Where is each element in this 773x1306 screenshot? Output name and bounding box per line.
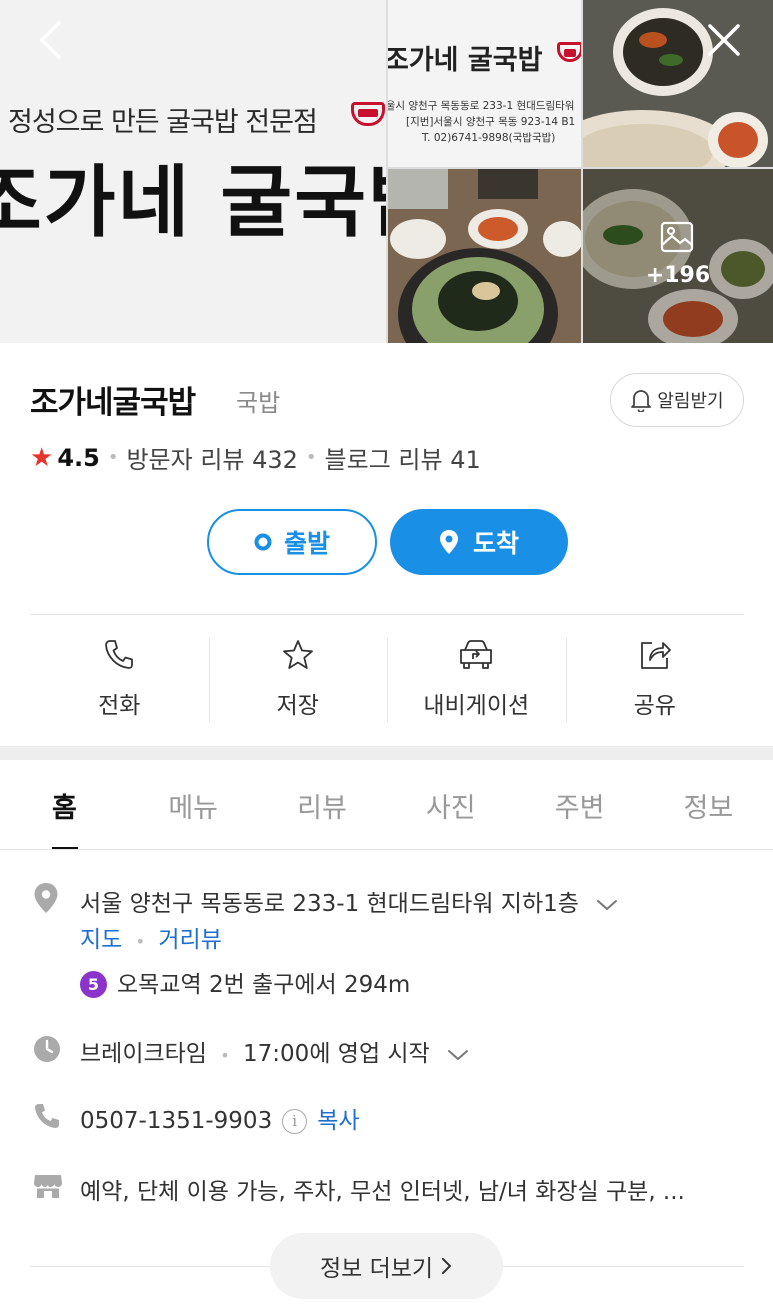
navigation-action[interactable]: 내비게이션 bbox=[387, 636, 566, 724]
alert-subscribe-button[interactable]: 알림받기 bbox=[610, 373, 744, 427]
divider bbox=[30, 1266, 270, 1267]
photo-hotpot[interactable] bbox=[388, 169, 581, 343]
address-row[interactable]: 서울 양천구 목동동로 233-1 현대드림타워 지하1층 bbox=[80, 884, 618, 918]
tab-nearby[interactable]: 주변 bbox=[515, 760, 644, 850]
amenities-text: 예약, 단체 이용 가능, 주차, 무선 인터넷, 남/녀 화장실 구분, ..… bbox=[80, 1179, 685, 1205]
tab-bar: 홈 메뉴 리뷰 사진 주변 정보 bbox=[0, 760, 773, 850]
tab-photos[interactable]: 사진 bbox=[386, 760, 515, 850]
chevron-down-icon bbox=[596, 892, 618, 918]
separator-dot: • bbox=[220, 1046, 230, 1065]
separator-dot: • bbox=[107, 447, 119, 468]
photo-gallery[interactable]: 정성으로 만든 굴국밥 전문점 조가네 굴국밥 조가네 굴국밥 서울시 양천구 … bbox=[0, 0, 773, 343]
back-button[interactable] bbox=[26, 16, 74, 64]
alert-label: 알림받기 bbox=[657, 391, 724, 412]
sign-tagline: 정성으로 만든 굴국밥 전문점 bbox=[8, 107, 318, 138]
image-gallery-icon bbox=[660, 221, 694, 257]
chevron-down-icon bbox=[447, 1042, 469, 1068]
sign-detail-address: 서울시 양천구 목동동로 233-1 현대드림타워 bbox=[388, 100, 575, 112]
divider bbox=[503, 1266, 744, 1267]
sign-detail-address-lot: [지번]서울시 양천구 목동 923-14 B1 bbox=[406, 116, 576, 128]
info-icon[interactable]: i bbox=[282, 1109, 308, 1134]
sign-detail-phone: T. 02)6741-9898(국밥국밥) bbox=[422, 132, 556, 144]
tab-info[interactable]: 정보 bbox=[644, 760, 773, 850]
section-divider bbox=[0, 746, 773, 760]
depart-button[interactable]: 출발 bbox=[207, 509, 377, 575]
call-action[interactable]: 전화 bbox=[30, 636, 209, 724]
subway-row: 5 오목교역 2번 출구에서 294m bbox=[80, 965, 410, 999]
copy-phone-button[interactable]: 복사 bbox=[317, 1108, 359, 1134]
tab-home[interactable]: 홈 bbox=[0, 760, 129, 850]
location-pin-icon bbox=[33, 882, 59, 918]
more-info-label: 정보 더보기 bbox=[319, 1256, 434, 1282]
close-icon bbox=[708, 24, 740, 56]
visitor-reviews-link[interactable]: 방문자 리뷰 432 bbox=[126, 440, 297, 475]
tab-menu[interactable]: 메뉴 bbox=[129, 760, 258, 850]
divider bbox=[30, 614, 744, 615]
depart-label: 출발 bbox=[283, 529, 330, 558]
divider bbox=[0, 849, 773, 850]
star-icon bbox=[282, 640, 313, 669]
phone-number[interactable]: 0507-1351-9903 bbox=[80, 1108, 272, 1134]
sign-name: 조가네 굴국밥 bbox=[0, 157, 386, 248]
hours-row[interactable]: 브레이크타임 • 17:00에 영업 시작 bbox=[80, 1034, 469, 1068]
share-icon bbox=[640, 642, 671, 669]
more-info-button[interactable]: 정보 더보기 bbox=[270, 1233, 503, 1299]
separator-dot: • bbox=[305, 447, 317, 468]
save-action[interactable]: 저장 bbox=[208, 636, 388, 724]
store-icon bbox=[33, 1172, 63, 1204]
separator-dot: • bbox=[135, 932, 146, 951]
tab-reviews[interactable]: 리뷰 bbox=[258, 760, 387, 850]
location-pin-icon bbox=[439, 530, 458, 554]
arrive-button[interactable]: 도착 bbox=[390, 509, 568, 575]
phone-icon bbox=[33, 1102, 61, 1134]
phone-row: 0507-1351-9903 i 복사 bbox=[80, 1101, 360, 1135]
chevron-right-icon bbox=[442, 1258, 452, 1274]
place-category: 국밥 bbox=[236, 389, 281, 417]
subway-directions: 오목교역 2번 출구에서 294m bbox=[117, 972, 411, 998]
save-label: 저장 bbox=[276, 693, 319, 719]
more-photos-count[interactable]: +196 bbox=[583, 263, 773, 288]
blog-reviews-link[interactable]: 블로그 리뷰 41 bbox=[325, 440, 481, 475]
star-rating-icon: ★ bbox=[30, 442, 54, 473]
sign-detail-name: 조가네 굴국밥 bbox=[388, 45, 543, 76]
navigation-icon bbox=[460, 640, 493, 669]
hours-detail: 17:00에 영업 시작 bbox=[243, 1041, 430, 1067]
navigation-label: 내비게이션 bbox=[423, 693, 530, 719]
call-label: 전화 bbox=[98, 693, 141, 719]
chevron-left-icon bbox=[40, 21, 61, 59]
bowl-logo-icon bbox=[351, 102, 385, 126]
street-view-link[interactable]: 거리뷰 bbox=[158, 927, 221, 953]
photo-sign-detail[interactable]: 조가네 굴국밥 서울시 양천구 목동동로 233-1 현대드림타워 [지번]서울… bbox=[388, 0, 581, 167]
rating-value: 4.5 bbox=[57, 443, 100, 472]
hours-status: 브레이크타임 bbox=[80, 1041, 207, 1067]
share-label: 공유 bbox=[633, 693, 676, 719]
subway-line-badge: 5 bbox=[80, 971, 107, 998]
map-link[interactable]: 지도 bbox=[80, 927, 122, 953]
quick-actions: 전화 저장 내비게이션 공유 bbox=[30, 636, 744, 724]
map-links-row: 지도 • 거리뷰 bbox=[80, 920, 222, 954]
address-text: 서울 양천구 목동동로 233-1 현대드림타워 지하1층 bbox=[80, 891, 579, 917]
arrive-label: 도착 bbox=[472, 529, 519, 558]
bowl-logo-icon bbox=[557, 42, 581, 62]
share-action[interactable]: 공유 bbox=[565, 636, 745, 724]
place-name: 조가네굴국밥 bbox=[30, 385, 196, 421]
phone-icon bbox=[105, 640, 134, 669]
close-button[interactable] bbox=[700, 16, 748, 64]
bell-icon bbox=[631, 390, 652, 412]
rating-row: ★ 4.5 • 방문자 리뷰 432 • 블로그 리뷰 41 bbox=[30, 440, 481, 475]
clock-icon bbox=[33, 1035, 61, 1067]
origin-dot-icon bbox=[254, 533, 272, 551]
